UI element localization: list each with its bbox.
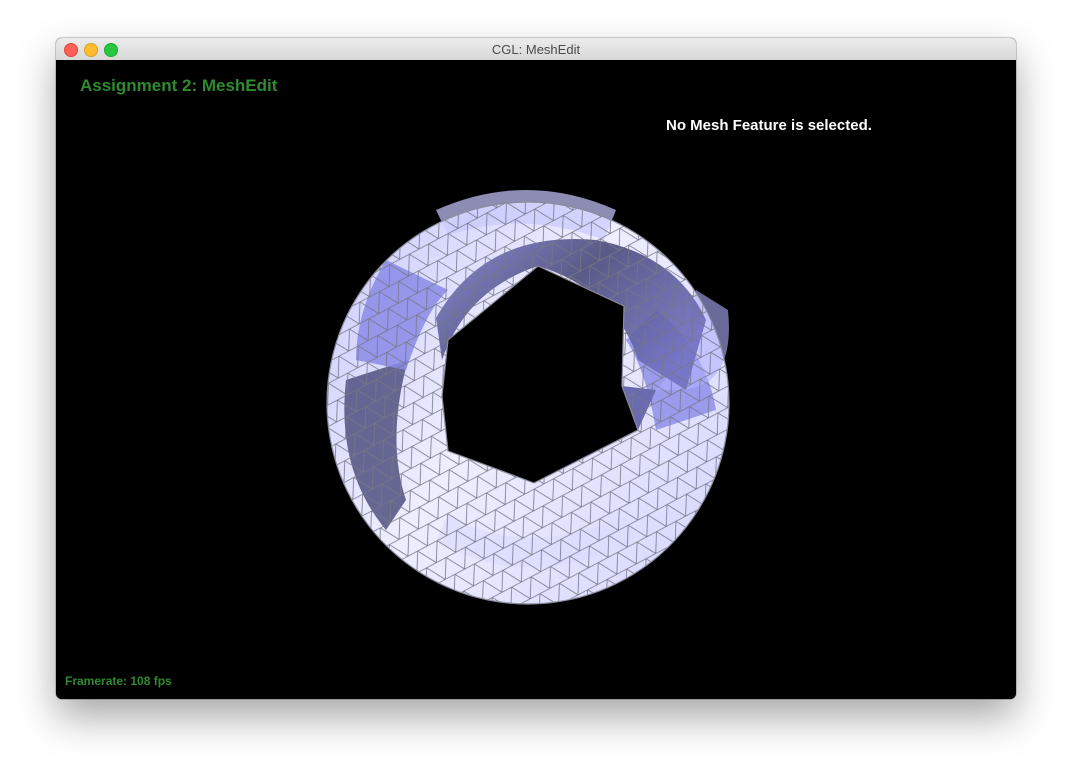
render-viewport[interactable]: Assignment 2: MeshEdit No Mesh Feature i… bbox=[56, 60, 1016, 699]
framerate-readout: Framerate: 108 fps bbox=[65, 674, 172, 688]
title-bar[interactable]: CGL: MeshEdit bbox=[56, 38, 1016, 61]
selection-status: No Mesh Feature is selected. bbox=[666, 117, 872, 134]
assignment-title: Assignment 2: MeshEdit bbox=[80, 76, 278, 95]
window-title: CGL: MeshEdit bbox=[491, 42, 581, 57]
torus-mesh[interactable] bbox=[56, 60, 1016, 699]
app-window: CGL: MeshEdit Assignment 2: MeshEdit No … bbox=[56, 38, 1016, 699]
